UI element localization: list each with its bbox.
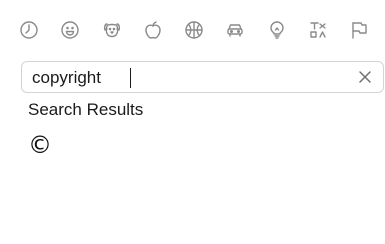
apple-icon <box>145 21 161 39</box>
category-symbols[interactable] <box>306 18 330 42</box>
category-activity[interactable] <box>182 18 206 42</box>
search-results-grid: © <box>26 131 54 159</box>
category-animals[interactable] <box>100 18 124 42</box>
search-field[interactable] <box>21 61 384 93</box>
symbols-icon <box>310 22 326 38</box>
category-objects[interactable] <box>265 18 289 42</box>
category-smileys[interactable] <box>58 18 82 42</box>
category-flags[interactable] <box>347 18 371 42</box>
close-icon <box>359 71 371 83</box>
clock-icon <box>20 21 38 39</box>
category-food[interactable] <box>141 18 165 42</box>
emoji-result[interactable]: © <box>26 131 54 159</box>
lightbulb-icon <box>269 21 284 39</box>
flag-icon <box>352 22 367 39</box>
category-travel[interactable] <box>223 18 247 42</box>
category-bar <box>17 17 371 43</box>
search-input[interactable] <box>32 66 352 90</box>
smiley-icon <box>61 21 79 39</box>
category-recent[interactable] <box>17 18 41 42</box>
clear-search-button[interactable] <box>357 69 373 85</box>
search-results-heading: Search Results <box>28 100 144 119</box>
text-caret <box>130 68 131 88</box>
basketball-icon <box>185 21 203 39</box>
dog-icon <box>103 23 120 38</box>
car-icon <box>227 24 243 37</box>
emoji-picker: Search Results © <box>0 0 385 244</box>
